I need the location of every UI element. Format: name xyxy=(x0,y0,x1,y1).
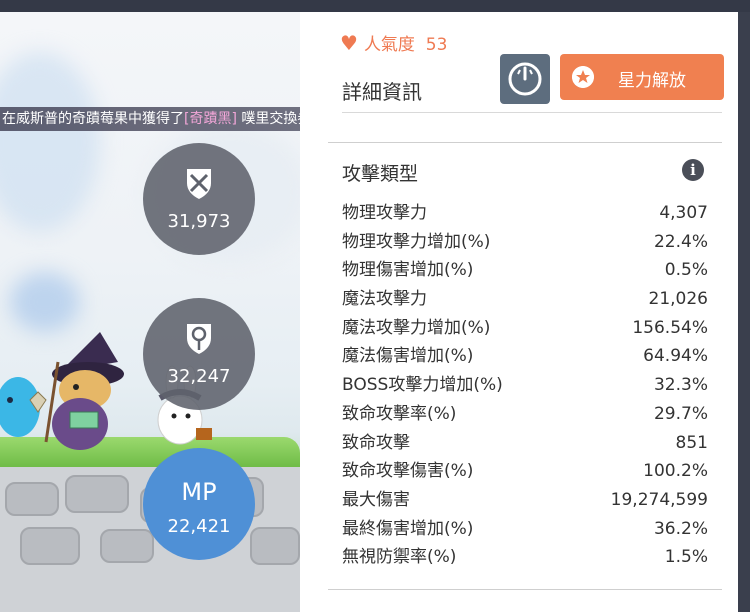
stat-value: 36.2% xyxy=(653,518,708,539)
stat-label: 魔法傷害增加(%) xyxy=(342,346,474,367)
magic-icon xyxy=(187,324,211,354)
stat-label: 物理攻擊力 xyxy=(342,203,427,223)
stat-label: 最終傷害增加(%) xyxy=(342,518,474,539)
stat-value: 19,274,599 xyxy=(610,489,708,510)
stat-value: 0.5% xyxy=(664,260,708,281)
stat-value: 4,307 xyxy=(659,203,708,223)
popularity: ♥ 人氣度 53 xyxy=(340,30,447,55)
stat-value: 22.4% xyxy=(653,231,708,252)
gauge-icon xyxy=(508,62,542,96)
stat-row: 最大傷害 19,274,599 xyxy=(342,486,708,515)
stat-row: 致命攻擊率(%) 29.7% xyxy=(342,400,708,429)
stat-label: 魔法攻擊力 xyxy=(342,289,427,310)
stat-label: 致命攻擊率(%) xyxy=(342,403,457,424)
top-bar xyxy=(0,0,750,12)
stat-label: 最大傷害 xyxy=(342,489,410,510)
popularity-label: 人氣度 xyxy=(363,35,415,55)
magic-stat-value: 32,247 xyxy=(167,366,231,387)
gauge-button[interactable] xyxy=(500,54,550,104)
stat-row: 無視防禦率(%) 1.5% xyxy=(342,543,708,572)
divider xyxy=(342,112,722,113)
stat-value: 100.2% xyxy=(643,461,708,482)
stat-rows: 物理攻擊力 4,307 物理攻擊力增加(%) 22.4% 物理傷害增加(%) 0.5%… xyxy=(342,199,708,572)
game-scene: 31,973 32,247 MP 22,421 xyxy=(0,12,300,612)
stat-value: 21,026 xyxy=(648,289,708,310)
notice-prefix: 在威斯普的奇蹟莓果中獲得了 xyxy=(2,111,184,127)
magic-stat-circle: 32,247 xyxy=(143,298,255,410)
mp-label: MP xyxy=(181,478,217,506)
stat-value: 29.7% xyxy=(653,403,708,424)
stat-row: 魔法攻擊力 21,026 xyxy=(342,285,708,314)
stat-value: 156.54% xyxy=(632,317,708,338)
stat-value: 32.3% xyxy=(653,375,708,396)
stat-label: 物理傷害增加(%) xyxy=(342,260,474,281)
stat-value: 64.94% xyxy=(643,346,708,367)
mp-stat-circle: MP 22,421 xyxy=(143,448,255,560)
stat-row: 物理攻擊力增加(%) 22.4% xyxy=(342,228,708,257)
stat-row: 物理傷害增加(%) 0.5% xyxy=(342,256,708,285)
attack-stat-circle: 31,973 xyxy=(143,143,255,255)
stat-value: 851 xyxy=(675,432,708,453)
stat-label: 魔法攻擊力增加(%) xyxy=(342,317,491,338)
stat-label: 致命攻擊 xyxy=(342,432,410,453)
stat-label: BOSS攻擊力增加(%) xyxy=(342,375,503,396)
heart-icon: ♥ xyxy=(340,31,358,55)
star-force-label: 星力解放 xyxy=(618,71,686,91)
popularity-value: 53 xyxy=(425,35,448,55)
stat-row: 致命攻擊 851 xyxy=(342,429,708,458)
star-icon xyxy=(572,66,594,88)
stat-row: 魔法攻擊力增加(%) 156.54% xyxy=(342,314,708,343)
stat-label: 致命攻擊傷害(%) xyxy=(342,461,474,482)
notice-item: [奇蹟黑] xyxy=(184,111,237,127)
stat-row: 魔法傷害增加(%) 64.94% xyxy=(342,342,708,371)
sword-shield-icon xyxy=(187,169,211,199)
stat-value: 1.5% xyxy=(664,547,708,568)
detail-title: 詳細資訊 xyxy=(342,80,422,104)
stat-label: 無視防禦率(%) xyxy=(342,547,457,568)
stat-row: 最終傷害增加(%) 36.2% xyxy=(342,515,708,544)
stat-row: 物理攻擊力 4,307 xyxy=(342,199,708,228)
star-force-button[interactable]: 星力解放 xyxy=(560,54,724,100)
mp-value: 22,421 xyxy=(167,516,231,537)
attack-type-card: 攻擊類型 i 物理攻擊力 4,307 物理攻擊力增加(%) 22.4% 物理傷害增加… xyxy=(328,142,722,590)
info-icon[interactable]: i xyxy=(682,159,704,181)
stat-row: BOSS攻擊力增加(%) 32.3% xyxy=(342,371,708,400)
attack-type-title: 攻擊類型 xyxy=(342,163,419,185)
right-edge xyxy=(738,12,750,612)
stat-label: 物理攻擊力增加(%) xyxy=(342,231,491,252)
stat-row: 致命攻擊傷害(%) 100.2% xyxy=(342,457,708,486)
attack-stat-value: 31,973 xyxy=(167,211,231,232)
